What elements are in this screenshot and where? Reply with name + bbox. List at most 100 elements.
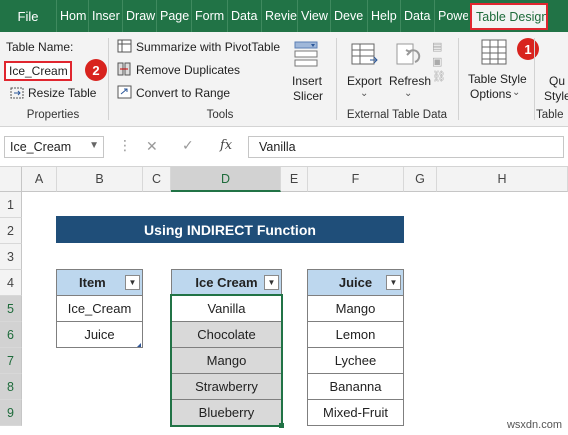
row-header-4[interactable]: 4 — [0, 270, 22, 296]
summarize-pivottable-button[interactable]: Summarize with PivotTable — [136, 40, 280, 54]
ribbon-tab-bar: File Hom Inser Draw Page Form Data Revie… — [0, 0, 568, 32]
fill-handle[interactable] — [279, 423, 284, 428]
insert-function-icon[interactable]: fx — [220, 138, 232, 153]
tab-home[interactable]: Hom — [56, 0, 88, 32]
row-header-9[interactable]: 9 — [0, 400, 22, 426]
filter-dropdown-icon[interactable]: ▼ — [264, 275, 279, 290]
item-cell[interactable]: Juice — [56, 321, 143, 348]
column-header-e[interactable]: E — [281, 167, 308, 192]
row-header-6[interactable]: 6 — [0, 322, 22, 348]
group-separator — [336, 38, 337, 120]
export-chevron-icon[interactable]: ⌄ — [360, 88, 368, 99]
item-cell[interactable]: Ice_Cream — [56, 295, 143, 322]
select-all-corner[interactable] — [0, 167, 22, 192]
icecream-table-header[interactable]: Ice Cream ▼ — [171, 269, 282, 296]
table-style-options-label-1[interactable]: Table Style — [468, 72, 527, 86]
tab-page-layout[interactable]: Page — [156, 0, 191, 32]
table-style-options-label-2[interactable]: Options — [470, 87, 511, 101]
enter-icon[interactable]: ✓ — [182, 137, 194, 154]
selection-border — [170, 294, 283, 427]
tab-data-2[interactable]: Data — [400, 0, 434, 32]
remove-duplicates-icon — [117, 62, 131, 76]
row-header-2[interactable]: 2 — [0, 218, 22, 244]
tab-insert[interactable]: Inser — [88, 0, 122, 32]
tab-table-design[interactable]: Table Design — [470, 3, 548, 30]
table-name-label: Table Name: — [6, 40, 74, 54]
export-icon[interactable] — [350, 40, 378, 68]
insert-slicer-icon[interactable] — [292, 40, 320, 70]
ribbon-panel: Table Name: Ice_Cream 2 Resize Table Pro… — [0, 32, 568, 127]
column-header-b[interactable]: B — [57, 167, 143, 192]
item-table-header[interactable]: Item ▼ — [56, 269, 143, 296]
juice-header-label: Juice — [338, 275, 373, 290]
juice-cell[interactable]: Mango — [307, 295, 404, 322]
refresh-chevron-icon[interactable]: ⌄ — [404, 88, 412, 99]
column-header-g[interactable]: G — [404, 167, 437, 192]
group-label-properties: Properties — [26, 109, 80, 121]
tab-file[interactable]: File — [0, 0, 56, 32]
insert-slicer-label-1[interactable]: Insert — [292, 74, 322, 88]
sheet-title[interactable]: Using INDIRECT Function — [56, 216, 404, 243]
column-header-d[interactable]: D — [171, 167, 281, 192]
column-header-a[interactable]: A — [22, 167, 57, 192]
filter-dropdown-icon[interactable]: ▼ — [125, 275, 140, 290]
filter-dropdown-icon[interactable]: ▼ — [386, 275, 401, 290]
resize-table-icon — [10, 87, 24, 99]
insert-slicer-label-2[interactable]: Slicer — [293, 89, 323, 103]
name-box-dropdown-icon[interactable]: ▼ — [89, 140, 99, 151]
juice-cell[interactable]: Mixed-Fruit — [307, 399, 404, 426]
tab-power[interactable]: Powe — [434, 0, 468, 32]
row-header-1[interactable]: 1 — [0, 192, 22, 218]
name-box[interactable]: Ice_Cream ▼ — [4, 136, 104, 158]
table-style-options-icon[interactable] — [480, 38, 508, 66]
column-header-c[interactable]: C — [143, 167, 171, 192]
tab-developer[interactable]: Deve — [330, 0, 367, 32]
column-header-h[interactable]: H — [437, 167, 568, 192]
cancel-icon[interactable]: ✕ — [146, 138, 158, 155]
row-header-5[interactable]: 5 — [0, 296, 22, 322]
row-header-7[interactable]: 7 — [0, 348, 22, 374]
item-header-label: Item — [79, 275, 106, 290]
formula-input[interactable]: Vanilla — [248, 136, 564, 158]
tab-view[interactable]: View — [297, 0, 330, 32]
step-badge-2: 2 — [85, 59, 107, 81]
row-header-3[interactable]: 3 — [0, 244, 22, 270]
row-header-8[interactable]: 8 — [0, 374, 22, 400]
style-options-chevron-icon[interactable]: ⌄ — [512, 87, 520, 98]
group-separator — [108, 38, 109, 120]
watermark: wsxdn.com — [506, 419, 562, 431]
juice-cell[interactable]: Lemon — [307, 321, 404, 348]
remove-duplicates-button[interactable]: Remove Duplicates — [136, 63, 240, 77]
formula-bar: Ice_Cream ▼ ⋮ ✕ ✓ fx Vanilla — [0, 127, 568, 167]
table-name-input[interactable]: Ice_Cream — [4, 61, 72, 81]
juice-cell[interactable]: Bananna — [307, 373, 404, 400]
pivottable-icon — [117, 39, 132, 53]
icecream-header-label: Ice Cream — [195, 275, 258, 290]
tab-help[interactable]: Help — [367, 0, 400, 32]
quick-styles-label-1[interactable]: Qu — [549, 74, 565, 88]
export-button[interactable]: Export — [347, 74, 382, 88]
tab-data[interactable]: Data — [227, 0, 261, 32]
convert-to-range-icon — [117, 85, 132, 99]
group-separator — [458, 38, 459, 120]
worksheet-grid[interactable]: A B C D E F G H 1 2 3 4 5 6 7 8 9 Using … — [0, 167, 568, 435]
tab-draw[interactable]: Draw — [122, 0, 156, 32]
group-label-tools: Tools — [206, 109, 234, 121]
convert-to-range-button[interactable]: Convert to Range — [136, 86, 230, 100]
table-resize-handle-icon[interactable] — [137, 343, 141, 347]
step-badge-1: 1 — [517, 38, 539, 60]
quick-styles-label-2[interactable]: Style — [544, 89, 568, 103]
column-header-f[interactable]: F — [308, 167, 404, 192]
tab-formulas[interactable]: Form — [191, 0, 227, 32]
group-label-table-styles: Table — [536, 109, 564, 121]
name-box-value: Ice_Cream — [10, 140, 72, 154]
resize-table-button[interactable]: Resize Table — [28, 86, 96, 100]
external-small-icons: ▤ ▣ ⛓ — [432, 41, 446, 83]
refresh-button[interactable]: Refresh — [389, 74, 431, 88]
group-label-external: External Table Data — [346, 109, 448, 121]
tab-review[interactable]: Revie — [261, 0, 297, 32]
juice-cell[interactable]: Lychee — [307, 347, 404, 374]
refresh-icon[interactable] — [395, 40, 423, 68]
group-separator — [534, 38, 535, 120]
juice-table-header[interactable]: Juice ▼ — [307, 269, 404, 296]
